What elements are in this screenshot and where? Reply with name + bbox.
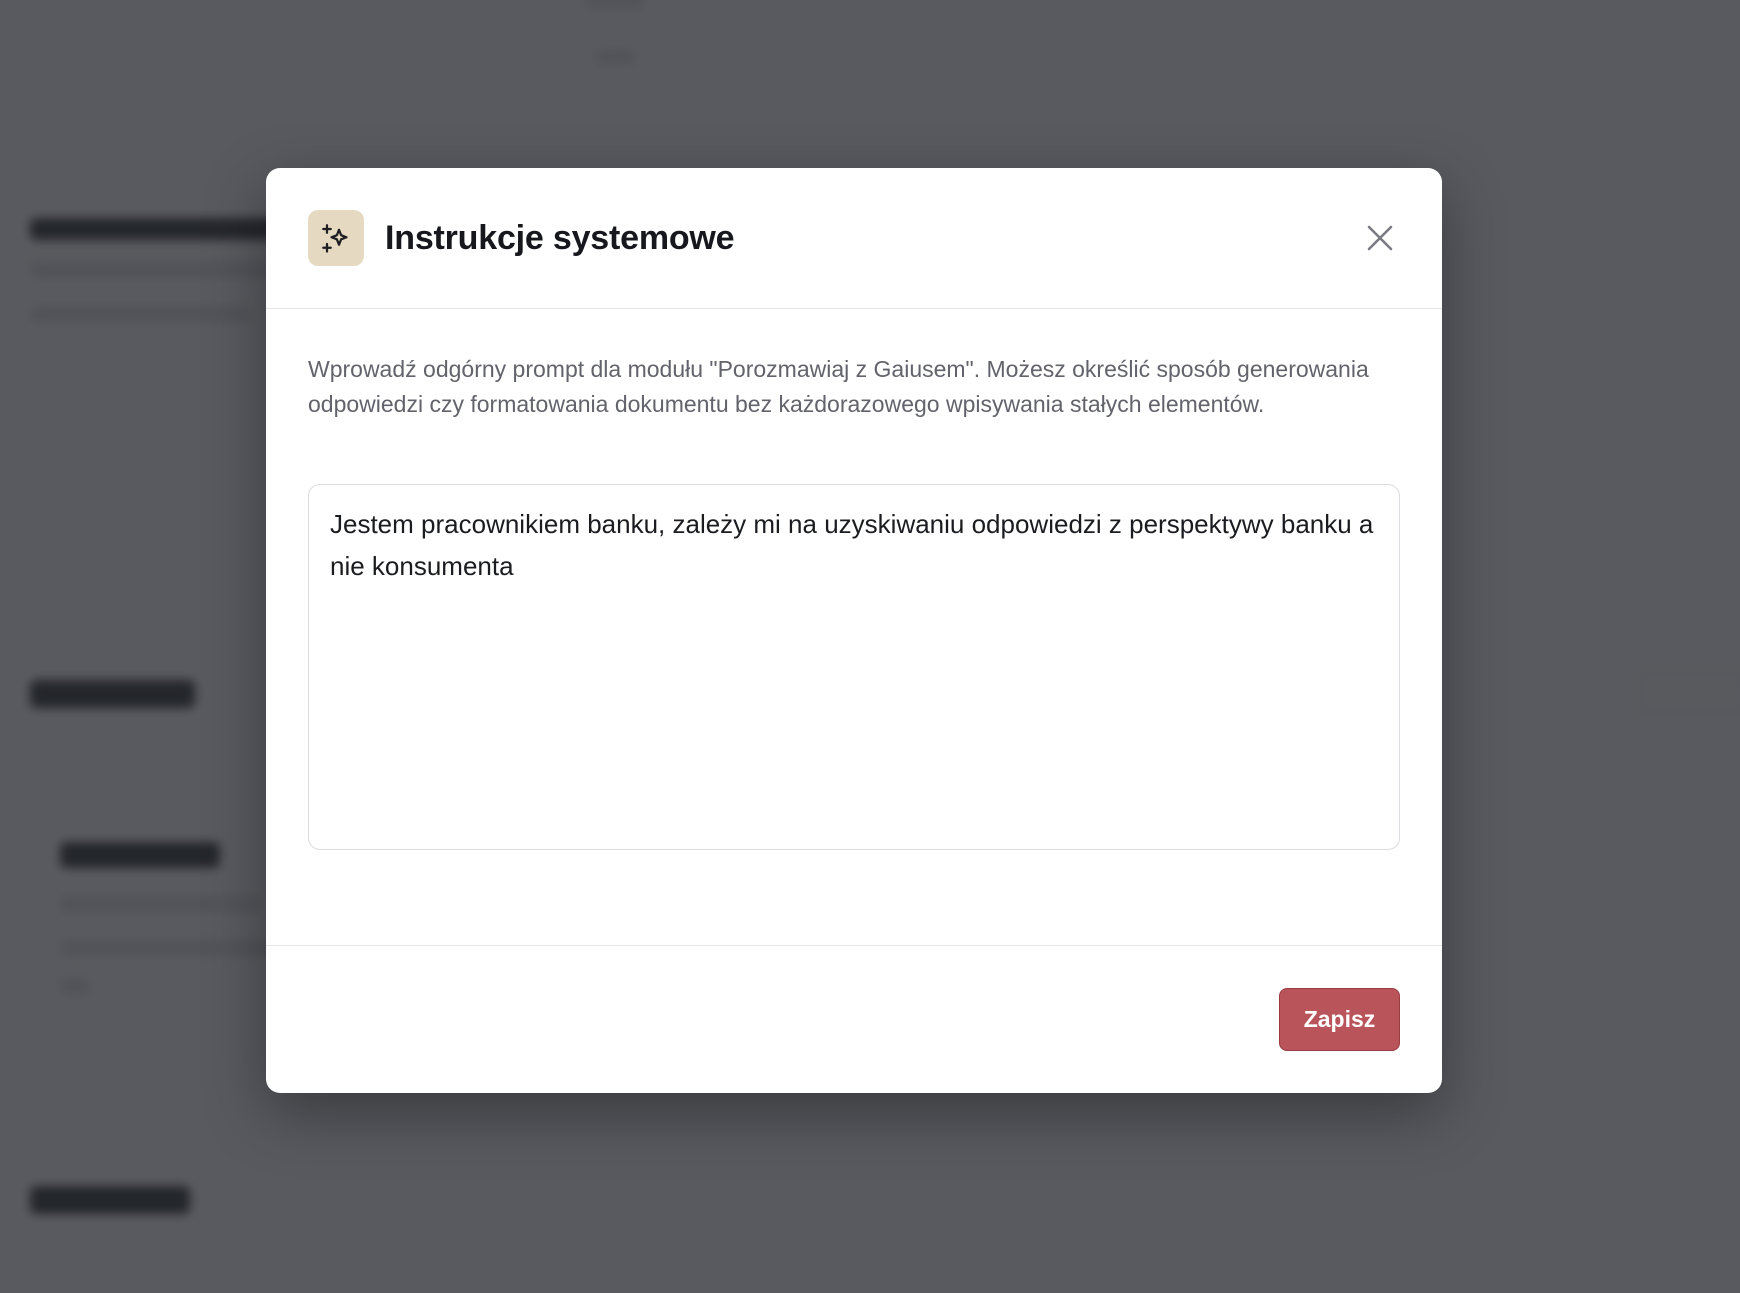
dialog-body: Wprowadź odgórny prompt dla modułu "Poro…	[308, 352, 1400, 850]
close-icon	[1367, 225, 1393, 251]
system-prompt-textarea[interactable]: Jestem pracownikiem banku, zależy mi na …	[308, 484, 1400, 850]
dialog-description: Wprowadź odgórny prompt dla modułu "Poro…	[308, 356, 1369, 417]
dialog-footer: Zapisz	[266, 945, 1442, 1093]
system-instructions-dialog: Instrukcje systemowe Wprowadź odgórny pr…	[266, 168, 1442, 1093]
dialog-title: Instrukcje systemowe	[385, 219, 735, 257]
sparkles-icon	[308, 210, 364, 266]
dialog-header: Instrukcje systemowe	[266, 168, 1442, 309]
save-button[interactable]: Zapisz	[1279, 988, 1400, 1051]
close-button[interactable]	[1358, 216, 1402, 260]
